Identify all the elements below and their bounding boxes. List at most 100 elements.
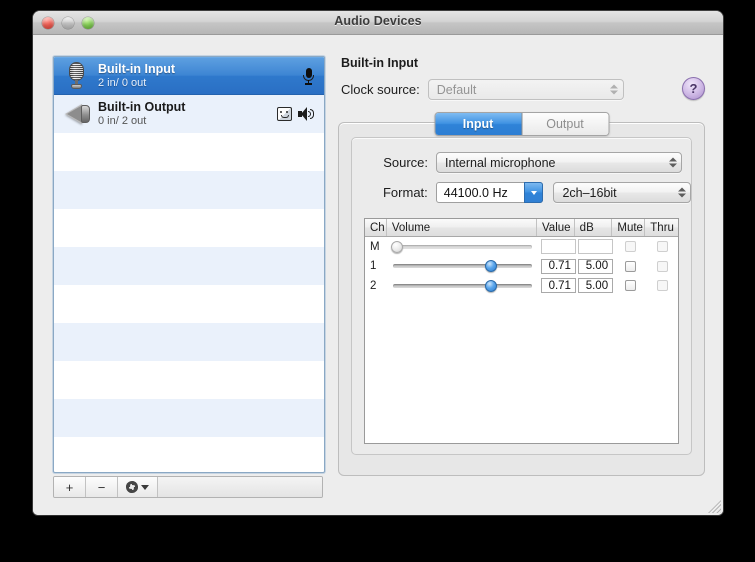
speaker-badge-icon	[298, 107, 315, 121]
slider-knob[interactable]	[485, 260, 498, 273]
slider-knob[interactable]	[485, 279, 498, 292]
volume-slider-cell[interactable]	[387, 276, 540, 296]
window-body: Built-in Input 2 in/ 0 out Built-in Outp…	[33, 35, 723, 515]
db-cell[interactable]: 5.00	[577, 257, 614, 277]
db-cell[interactable]	[577, 237, 614, 257]
device-list[interactable]: Built-in Input 2 in/ 0 out Built-in Outp…	[53, 56, 325, 473]
thru-cell[interactable]	[646, 257, 678, 277]
tab-input[interactable]: Input	[435, 113, 522, 135]
format-rate-value: 44100.0 Hz	[443, 185, 508, 200]
page-title: Built-in Input	[341, 56, 419, 70]
device-row-text: Built-in Output 0 in/ 2 out	[98, 100, 277, 128]
device-io-summary: 0 in/ 2 out	[98, 115, 147, 128]
value-field[interactable]: 0.71	[540, 278, 576, 294]
stepper-icon	[677, 185, 686, 200]
row-channel-label: 2	[370, 279, 377, 292]
volume-slider[interactable]	[390, 240, 532, 253]
input-settings-panel: Source: Internal microphone Format: 4410…	[351, 137, 692, 455]
db-field[interactable]	[577, 239, 614, 255]
clock-source-value: Default	[436, 82, 477, 97]
device-row-built-in-input[interactable]: Built-in Input 2 in/ 0 out	[54, 57, 324, 95]
mic-badge-icon	[303, 67, 314, 85]
toolbar-filler	[158, 477, 322, 497]
list-stripe	[54, 247, 324, 285]
clock-source-select[interactable]: Default	[427, 79, 624, 100]
add-device-button[interactable]: +	[54, 477, 86, 497]
list-stripe	[54, 399, 324, 437]
table-row: M	[365, 237, 678, 257]
mute-checkbox[interactable]	[624, 280, 636, 292]
resize-grip[interactable]	[708, 500, 721, 513]
value-field[interactable]	[540, 239, 576, 255]
db-field[interactable]: 5.00	[577, 258, 614, 274]
mute-cell[interactable]	[614, 237, 646, 257]
slider-track	[392, 283, 532, 288]
table-header-row: Ch Volume Value dB Mute Thru	[365, 219, 678, 237]
list-stripe	[54, 133, 324, 171]
speaker-icon	[62, 98, 92, 130]
list-stripe	[54, 285, 324, 323]
window-title: Audio Devices	[334, 14, 422, 28]
column-header-value: Value	[537, 219, 575, 236]
list-stripe	[54, 361, 324, 399]
device-badges	[303, 67, 318, 85]
source-label: Source:	[383, 155, 428, 170]
table-row: 2 0.71 5.00	[365, 276, 678, 296]
list-stripe	[54, 437, 324, 472]
format-channels-select[interactable]: 2ch–16bit	[553, 182, 691, 203]
device-io-summary: 2 in/ 0 out	[98, 77, 147, 90]
db-cell[interactable]: 5.00	[577, 276, 614, 296]
value-cell[interactable]: 0.71	[540, 276, 577, 296]
chevron-down-icon[interactable]	[524, 182, 544, 203]
mute-checkbox[interactable]	[624, 260, 636, 272]
tab-output[interactable]: Output	[522, 113, 608, 135]
thru-checkbox[interactable]	[656, 260, 668, 272]
mute-checkbox[interactable]	[624, 241, 636, 253]
list-stripe	[54, 171, 324, 209]
value-field[interactable]: 0.71	[540, 258, 576, 274]
device-name: Built-in Input	[98, 61, 176, 76]
db-field[interactable]: 5.00	[577, 278, 614, 294]
help-button[interactable]: ?	[682, 77, 705, 100]
slider-track	[392, 244, 532, 249]
slider-knob[interactable]	[390, 240, 403, 253]
column-header-ch: Ch	[365, 219, 387, 236]
clock-source-row: Clock source: Default	[341, 79, 705, 100]
thru-checkbox[interactable]	[656, 241, 668, 253]
list-stripe	[54, 209, 324, 247]
source-select[interactable]: Internal microphone	[436, 152, 682, 173]
finder-face-icon	[277, 107, 292, 121]
chevron-down-icon	[141, 484, 149, 490]
format-channels-value: 2ch–16bit	[562, 185, 617, 200]
thru-checkbox[interactable]	[656, 280, 668, 292]
audio-devices-window: Audio Devices Built-in Input 2 in/ 0 out…	[33, 11, 723, 515]
column-header-thru: Thru	[650, 221, 674, 234]
volume-slider[interactable]	[392, 260, 532, 273]
row-channel-label: M	[370, 240, 380, 253]
source-row: Source: Internal microphone	[366, 152, 691, 173]
source-value: Internal microphone	[445, 155, 556, 170]
volume-slider-cell[interactable]	[387, 257, 540, 277]
list-stripe	[54, 323, 324, 361]
column-header-volume: Volume	[387, 219, 537, 236]
format-label: Format:	[382, 185, 428, 200]
format-row: Format: 44100.0 Hz 2ch–16bit	[366, 182, 691, 203]
mute-cell[interactable]	[614, 257, 646, 277]
thru-cell[interactable]	[646, 237, 678, 257]
device-action-menu-button[interactable]	[118, 477, 158, 497]
slider-track	[392, 264, 532, 269]
value-cell[interactable]	[540, 237, 577, 257]
device-name: Built-in Output	[98, 99, 186, 114]
mute-cell[interactable]	[614, 276, 646, 296]
tab-box: Input Output Source: Internal microphone	[338, 112, 705, 476]
value-cell[interactable]: 0.71	[540, 257, 577, 277]
thru-cell[interactable]	[646, 276, 678, 296]
microphone-icon	[62, 60, 92, 92]
format-rate-combobox[interactable]: 44100.0 Hz	[435, 182, 544, 203]
clock-source-label: Clock source:	[341, 82, 420, 97]
device-detail-panel: Built-in Input Clock source: Default ? I…	[338, 56, 705, 476]
volume-slider-cell[interactable]	[387, 237, 540, 257]
remove-device-button[interactable]: −	[86, 477, 118, 497]
volume-slider[interactable]	[392, 279, 532, 292]
device-row-built-in-output[interactable]: Built-in Output 0 in/ 2 out	[54, 95, 324, 133]
